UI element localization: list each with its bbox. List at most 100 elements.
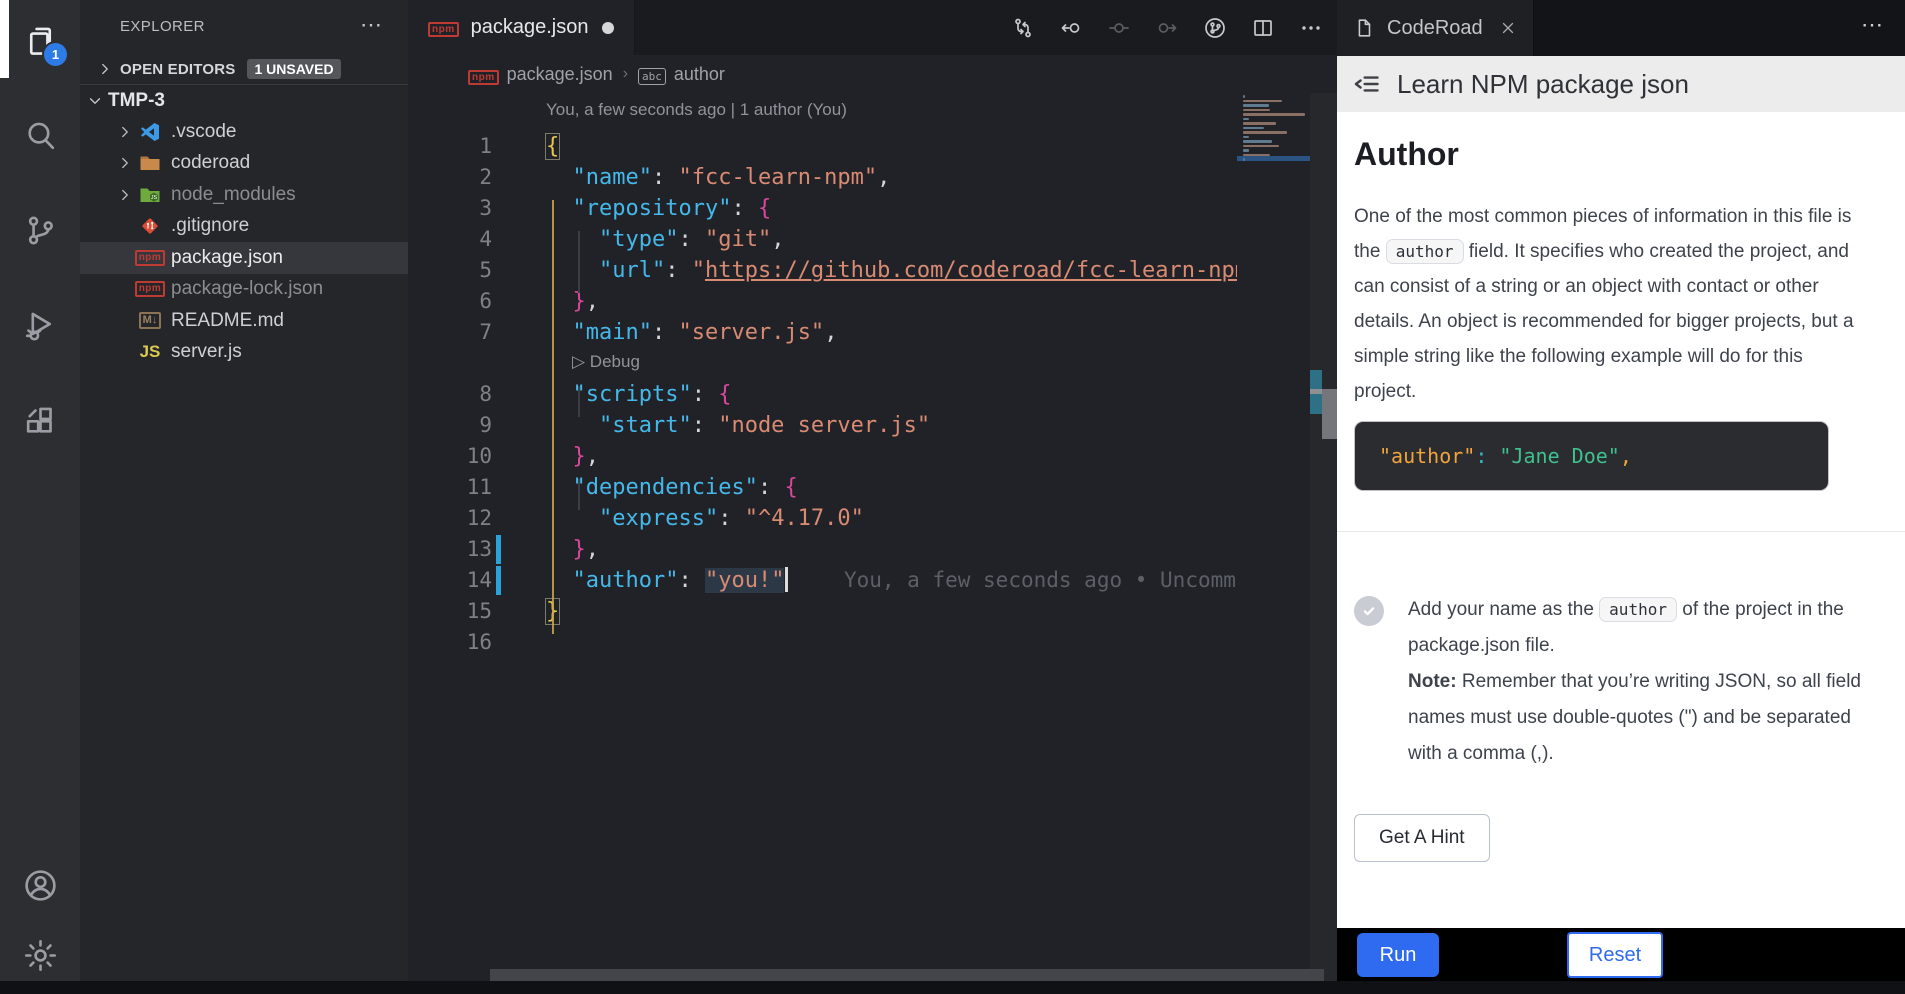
unsaved-badge: 1 UNSAVED bbox=[247, 59, 340, 79]
code-lines[interactable]: 1{2 "name": "fcc-learn-npm",3 "repositor… bbox=[408, 131, 1237, 658]
breadcrumb-symbol-author[interactable]: abc author bbox=[638, 64, 725, 85]
tutorial-header: Learn NPM package json bbox=[1337, 56, 1905, 112]
line-number: 10 bbox=[408, 441, 492, 472]
code-line[interactable]: 2 "name": "fcc-learn-npm", bbox=[408, 162, 1237, 193]
run-button[interactable]: Run bbox=[1357, 933, 1439, 977]
tree-item-.gitignore[interactable]: .gitignore bbox=[80, 211, 408, 243]
line-content: }, bbox=[546, 534, 599, 565]
line-number: 13 bbox=[408, 534, 492, 565]
prev-change-icon[interactable] bbox=[1059, 16, 1083, 40]
tree-item-README.md[interactable]: M↓README.md bbox=[80, 305, 408, 337]
get-a-hint-button[interactable]: Get A Hint bbox=[1354, 814, 1490, 862]
code-line[interactable]: 12 "express": "^4.17.0" bbox=[408, 503, 1237, 534]
code-line[interactable]: 5 "url": "https://github.com/coderoad/fc… bbox=[408, 255, 1237, 286]
npm-icon: npm bbox=[137, 277, 163, 301]
tree-item-node_modules[interactable]: JSnode_modules bbox=[80, 179, 408, 211]
panel-more-actions[interactable]: ⋯ bbox=[1861, 12, 1883, 38]
indent-guide bbox=[578, 386, 580, 417]
code-line[interactable]: 3 "repository": { bbox=[408, 193, 1237, 224]
codelens-authors[interactable]: You, a few seconds ago | 1 author (You) bbox=[546, 100, 847, 120]
index-menu-icon[interactable] bbox=[1353, 70, 1381, 98]
ellipsis-icon[interactable] bbox=[1299, 16, 1323, 40]
run-circle-icon[interactable] bbox=[1203, 16, 1227, 40]
tree-item-label: .gitignore bbox=[171, 215, 249, 237]
code-line[interactable]: 16 bbox=[408, 627, 1237, 658]
editor-toolbar bbox=[1011, 0, 1323, 55]
line-content: "express": "^4.17.0" bbox=[546, 503, 864, 534]
activity-bar: 1 bbox=[0, 0, 80, 981]
scrollbar-thumb[interactable] bbox=[1322, 389, 1337, 439]
account-icon bbox=[22, 867, 59, 904]
activity-run-debug-button[interactable] bbox=[0, 286, 80, 364]
activity-search-button[interactable] bbox=[0, 96, 80, 174]
code-line[interactable]: 1{ bbox=[408, 131, 1237, 162]
breadcrumb-file[interactable]: npm package.json bbox=[468, 64, 613, 85]
editor-scrollbar[interactable] bbox=[1310, 93, 1337, 981]
code-line[interactable]: 6 }, bbox=[408, 286, 1237, 317]
minimap[interactable] bbox=[1237, 93, 1310, 981]
activity-source-control-button[interactable] bbox=[0, 191, 80, 269]
breadcrumb-separator: › bbox=[623, 65, 628, 83]
explorer-more-actions[interactable]: ⋯ bbox=[360, 12, 382, 38]
tab-package-json[interactable]: npm package.json bbox=[408, 0, 635, 55]
debug-codelens[interactable]: ▷ Debug bbox=[572, 352, 640, 372]
document-icon bbox=[1353, 17, 1375, 39]
line-content: "dependencies": { bbox=[546, 472, 798, 503]
chevron-down-icon bbox=[86, 92, 104, 110]
line-content: "scripts": { bbox=[546, 379, 731, 410]
tree-item-package.json[interactable]: npmpackage.json bbox=[80, 242, 408, 274]
line-number: 5 bbox=[408, 255, 492, 286]
activity-account-button[interactable] bbox=[0, 846, 80, 924]
tab-coderoad[interactable]: CodeRoad bbox=[1337, 0, 1534, 56]
unsaved-dot-icon[interactable] bbox=[602, 22, 614, 34]
tree-item-package-lock.json[interactable]: npmpackage-lock.json bbox=[80, 274, 408, 306]
tree-item-coderoad[interactable]: coderoad bbox=[80, 148, 408, 180]
change-dot-icon[interactable] bbox=[1107, 16, 1131, 40]
tree-item-server.js[interactable]: JSserver.js bbox=[80, 337, 408, 369]
tree-item-label: README.md bbox=[171, 310, 284, 332]
code-line[interactable]: 9 "start": "node server.js" bbox=[408, 410, 1237, 441]
tree-item-.vscode[interactable]: .vscode bbox=[80, 116, 408, 148]
code-line[interactable]: 7 "main": "server.js", bbox=[408, 317, 1237, 348]
line-content: "type": "git", bbox=[546, 224, 784, 255]
inline-code-chip: author bbox=[1386, 239, 1464, 264]
code-line[interactable]: 13 }, bbox=[408, 534, 1237, 565]
line-number: 2 bbox=[408, 162, 492, 193]
code-line[interactable]: 15} bbox=[408, 596, 1237, 627]
open-editors-section[interactable]: OPEN EDITORS 1 UNSAVED bbox=[80, 54, 408, 85]
modified-line-marker bbox=[496, 566, 501, 595]
activity-extensions-button[interactable] bbox=[0, 381, 80, 459]
git-compare-icon[interactable] bbox=[1011, 16, 1035, 40]
code-area[interactable]: You, a few seconds ago | 1 author (You) … bbox=[408, 93, 1337, 981]
code-line[interactable]: 8 "scripts": { bbox=[408, 379, 1237, 410]
text-cursor bbox=[785, 567, 788, 592]
tree-item-label: node_modules bbox=[171, 184, 296, 206]
chevron-right-icon bbox=[113, 186, 137, 204]
task-check-icon bbox=[1354, 596, 1384, 626]
breadcrumb: npm package.json › abc author bbox=[408, 55, 1337, 93]
next-change-icon[interactable] bbox=[1155, 16, 1179, 40]
open-editors-label: OPEN EDITORS bbox=[120, 61, 235, 78]
activity-files-button[interactable]: 1 bbox=[0, 1, 80, 79]
reset-button[interactable]: Reset bbox=[1567, 932, 1663, 978]
line-content: }, bbox=[546, 441, 599, 472]
task-item: Add your name as the author of the proje… bbox=[1354, 592, 1885, 772]
code-line[interactable]: 14 "author": "you!"You, a few seconds ag… bbox=[408, 565, 1237, 596]
tree-item-label: server.js bbox=[171, 341, 242, 363]
split-editor-icon[interactable] bbox=[1251, 16, 1275, 40]
chevron-right-icon bbox=[113, 123, 137, 141]
horizontal-scrollbar[interactable] bbox=[490, 969, 1324, 981]
activity-settings-button[interactable] bbox=[0, 916, 80, 994]
line-number: 9 bbox=[408, 410, 492, 441]
indent-guide bbox=[578, 479, 580, 510]
codelens-row: ▷ Debug bbox=[408, 348, 1237, 379]
search-icon bbox=[22, 117, 59, 154]
inline-code-chip: author bbox=[1599, 597, 1677, 622]
code-line[interactable]: 10 }, bbox=[408, 441, 1237, 472]
line-number: 1 bbox=[408, 131, 492, 162]
code-line[interactable]: 11 "dependencies": { bbox=[408, 472, 1237, 503]
code-line[interactable]: 4 "type": "git", bbox=[408, 224, 1237, 255]
close-icon[interactable] bbox=[1499, 19, 1517, 37]
divider bbox=[1337, 531, 1905, 532]
workspace-root-tmp-3[interactable]: TMP-3 bbox=[80, 85, 408, 116]
